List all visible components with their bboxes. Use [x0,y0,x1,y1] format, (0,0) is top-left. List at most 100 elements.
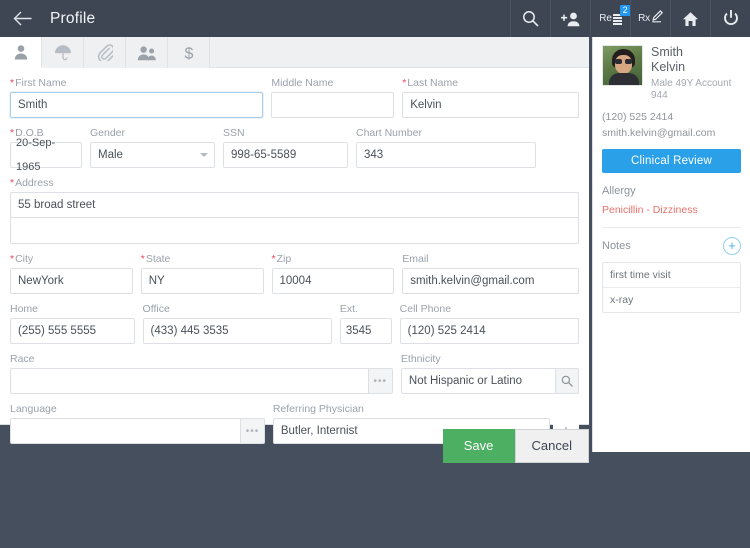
form-row-identity: *D.O.B 20-Sep-1965 Gender Male SSN 998-6… [10,127,579,173]
save-button[interactable]: Save [442,428,515,463]
tab-demographics[interactable] [0,37,42,68]
race-combo: ••• [10,368,393,394]
required-marker: * [10,77,15,89]
field-ethnicity: Ethnicity Not Hispanic or Latino [400,353,579,394]
tab-billing[interactable]: $ [168,37,210,68]
field-state: *State NY [140,253,264,294]
office-phone-input[interactable]: (433) 445 3535 [142,318,332,344]
form-row-address: *Address 55 broad street [10,177,579,244]
avatar-body [609,73,639,85]
label-chart-number: Chart Number [356,127,422,139]
tab-family[interactable] [126,37,168,68]
label-gender: Gender [90,127,126,139]
prescription-icon-label: Rx [638,13,650,24]
tab-attachments[interactable] [84,37,126,68]
main-panel: $ *First Name Smith Middle Name *Last Na… [0,37,589,444]
plus-icon[interactable]: + [723,237,741,255]
clinical-review-button[interactable]: Clinical Review [602,149,741,173]
avatar-face [615,55,632,74]
prescription-icon[interactable]: Rx [630,0,670,37]
search-icon[interactable] [510,0,550,37]
patient-email: smith.kelvin@gmail.com [602,127,716,139]
form-row-demographics: Race ••• Ethnicity Not Hispanic or Latin… [10,353,579,394]
tab-insurance[interactable] [42,37,84,68]
back-button[interactable] [0,0,44,37]
home-phone-input[interactable]: (255) 555 5555 [10,318,135,344]
last-name-input[interactable]: Kelvin [402,92,579,118]
allergy-value: Penicillin - Dizziness [602,204,698,216]
patient-sidebar: Smith Kelvin Male 49Y Account 944 (120) … [592,37,750,452]
patient-phone: (120) 525 2414 [602,111,674,123]
sidebar-divider [602,227,741,228]
label-ethnicity: Ethnicity [400,353,441,365]
gender-select[interactable]: Male [90,142,215,168]
city-input[interactable]: NewYork [10,268,133,294]
field-email: Email smith.kelvin@gmail.com [402,253,579,294]
page-title: Profile [50,9,96,27]
ethnicity-input[interactable]: Not Hispanic or Latino [400,368,557,394]
label-office-phone: Office [142,303,170,315]
app-root: Profile Re 2 Rx $ *First Name Smith Midd… [0,0,750,548]
sunglasses-icon [615,59,632,64]
address-line1-input[interactable]: 55 broad street [10,192,579,218]
required-marker: * [10,127,15,139]
power-icon[interactable] [710,0,750,37]
required-marker: * [271,253,276,265]
zip-input[interactable]: 10004 [271,268,395,294]
dob-input[interactable]: 20-Sep-1965 [10,137,82,173]
notes-header: Notes + [602,237,741,255]
list-item[interactable]: x-ray [603,288,740,312]
field-cell-phone: Cell Phone (120) 525 2414 [399,303,580,344]
add-person-icon[interactable] [550,0,590,37]
label-referring-physician: Referring Physician [272,403,364,415]
tab-bar: $ [0,37,589,68]
label-cell-phone: Cell Phone [399,303,452,315]
race-input[interactable] [10,368,369,394]
form-action-bar: Save Cancel [0,425,589,466]
address-stack: 55 broad street [10,192,579,244]
field-race: Race ••• [10,353,393,394]
field-address: *Address 55 broad street [10,177,579,244]
cancel-button[interactable]: Cancel [514,428,589,463]
patient-last-name: Smith [651,45,683,59]
label-middle-name: Middle Name [271,77,334,89]
field-last-name: *Last Name Kelvin [402,77,579,118]
label-city: *City [10,253,34,265]
label-ext: Ext. [339,303,358,315]
referral-icon-label: Re [599,13,612,24]
ssn-input[interactable]: 998-65-5589 [223,142,348,168]
field-zip: *Zip 10004 [271,253,395,294]
first-name-input[interactable]: Smith [10,92,264,118]
label-language: Language [10,403,57,415]
field-ext: Ext. 3545 [339,303,392,344]
chevron-down-icon [200,153,208,157]
middle-name-input[interactable] [271,92,395,118]
profile-form: *First Name Smith Middle Name *Last Name… [0,68,589,444]
ellipsis-icon[interactable]: ••• [368,368,393,394]
field-middle-name: Middle Name [271,77,395,118]
referral-icon[interactable]: Re 2 [590,0,631,37]
required-marker: * [10,177,15,189]
svg-text:$: $ [184,45,193,62]
gender-select-value: Male [90,142,215,168]
field-first-name: *First Name Smith [10,77,264,118]
home-icon[interactable] [670,0,710,37]
ext-input[interactable]: 3545 [339,318,392,344]
field-chart-number: Chart Number 343 [356,127,536,168]
required-marker: * [140,253,145,265]
label-zip: *Zip [271,253,292,265]
chart-number-input[interactable]: 343 [356,142,536,168]
label-last-name: *Last Name [402,77,459,89]
address-line2-input[interactable] [10,218,579,244]
label-race: Race [10,353,35,365]
cell-phone-input[interactable]: (120) 525 2414 [399,318,580,344]
notes-list: first time visit x-ray [602,262,741,313]
form-row-names: *First Name Smith Middle Name *Last Name… [10,77,579,118]
search-icon[interactable] [556,368,579,394]
list-item[interactable]: first time visit [603,263,740,288]
required-marker: * [402,77,407,89]
state-input[interactable]: NY [140,268,264,294]
email-input[interactable]: smith.kelvin@gmail.com [402,268,579,294]
field-dob: *D.O.B 20-Sep-1965 [10,127,82,173]
field-city: *City NewYork [10,253,133,294]
